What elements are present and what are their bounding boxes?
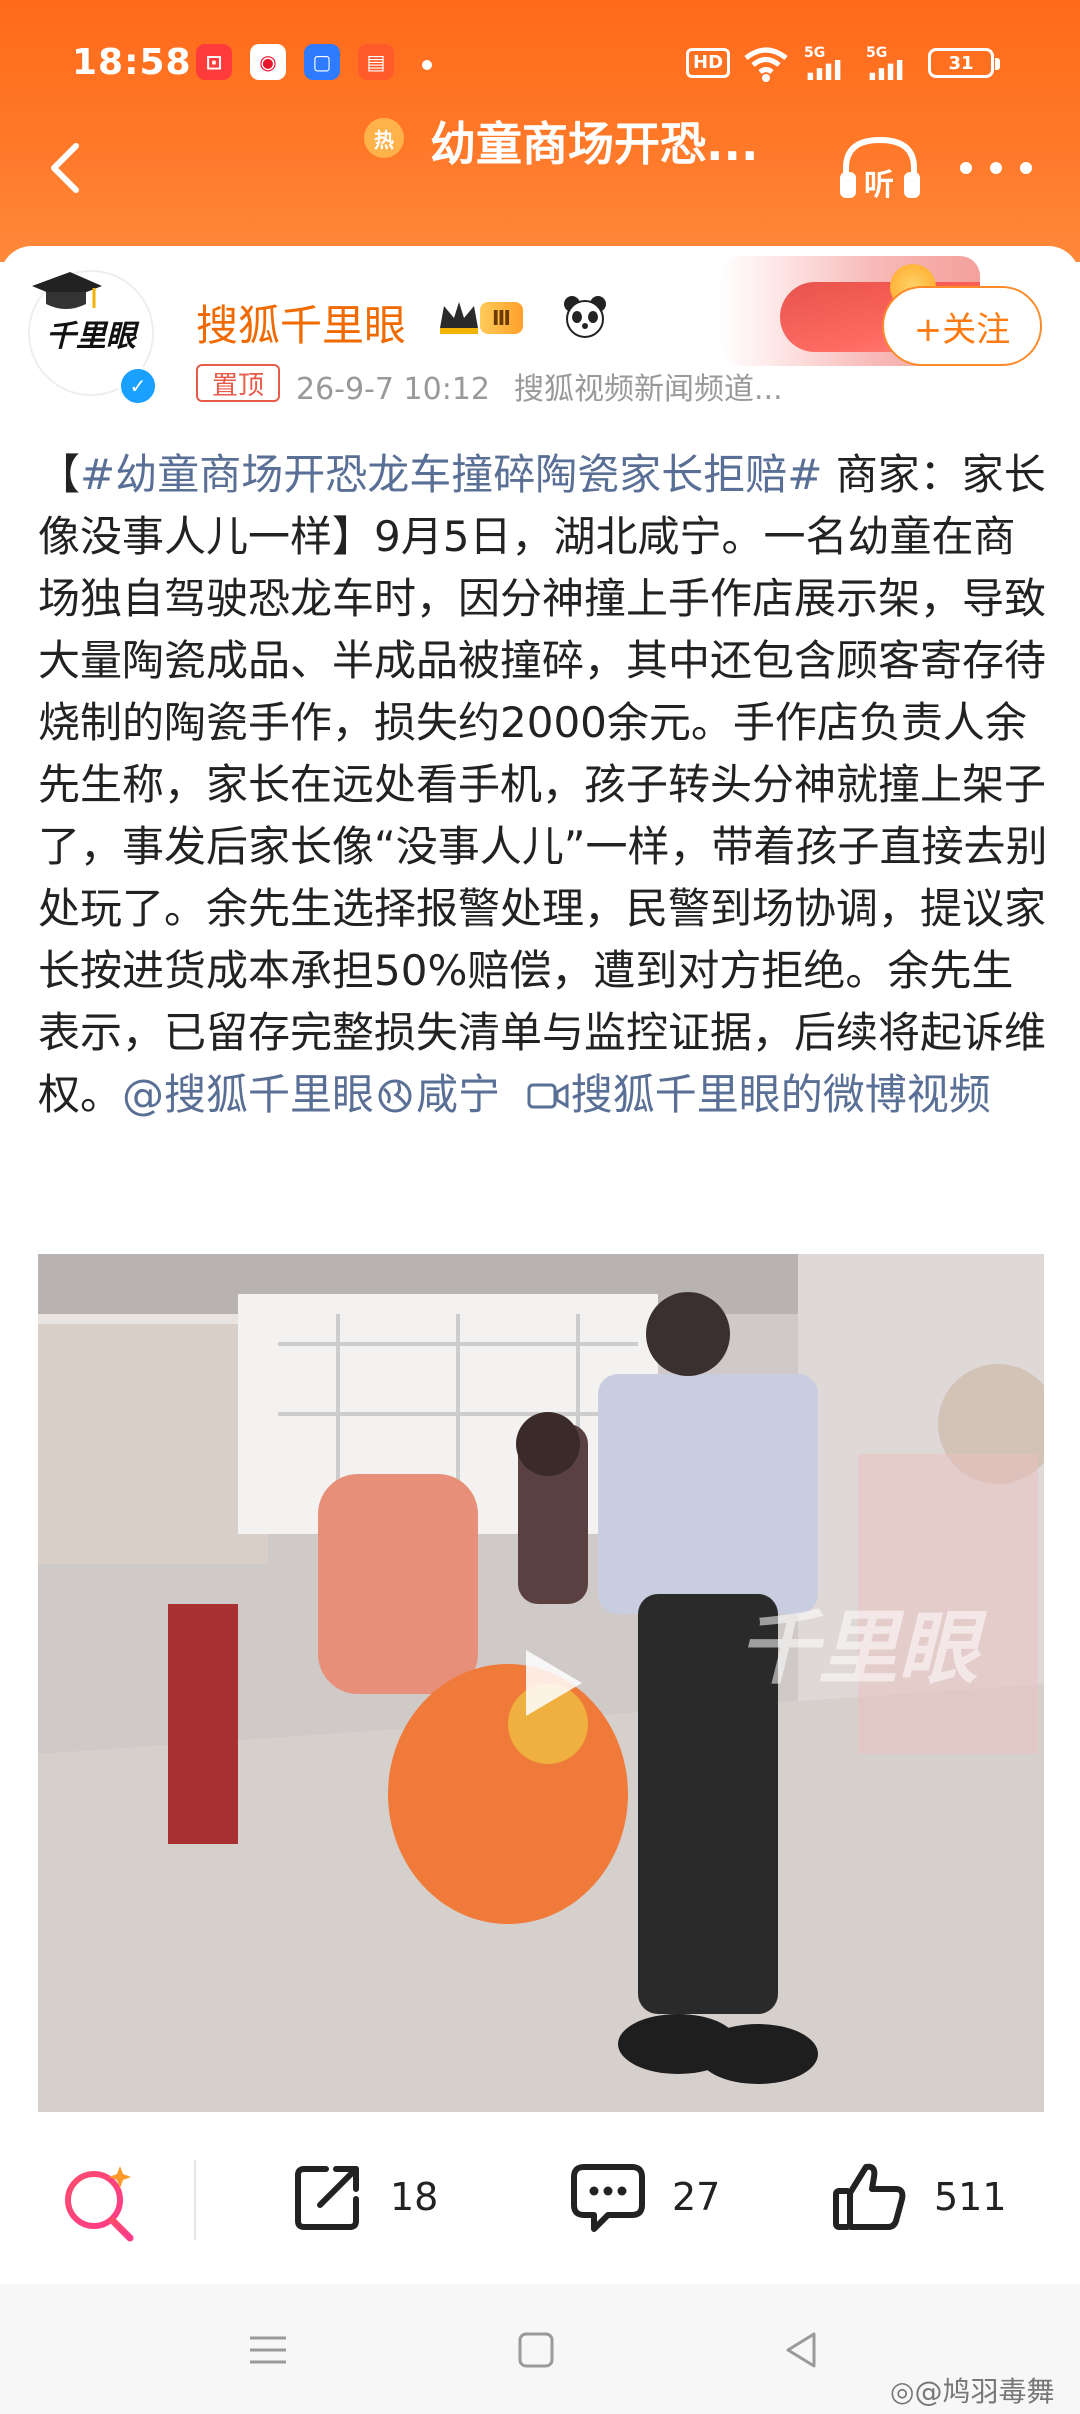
weibo-watermark-icon: ◎ — [890, 2375, 915, 2408]
status-bar: 18:58 ⊡ ◉ ▢ ▤ HD 5G 5G 31 — [0, 30, 1080, 100]
topic-link[interactable]: #幼童商场开恐龙车撞碎陶瓷家长拒赔# — [80, 450, 822, 499]
weibo-icon: ◉ — [250, 44, 286, 80]
back-triangle-icon[interactable] — [780, 2328, 824, 2372]
listen-button[interactable]: 听 — [836, 132, 924, 204]
app-icon-blue: ▢ — [304, 44, 340, 80]
verified-icon: ✓ — [118, 366, 158, 406]
battery-icon: 31 — [928, 48, 1000, 78]
like-button[interactable]: 511 — [830, 2162, 1007, 2232]
app-header: 18:58 ⊡ ◉ ▢ ▤ HD 5G 5G 31 热 幼童商场开恐... 听 — [0, 0, 1080, 262]
share-button[interactable]: 18 — [290, 2162, 438, 2232]
crown-icon — [440, 302, 478, 334]
video-link[interactable]: 搜狐千里眼的微博视频 — [527, 1070, 991, 1119]
search-sparkle-icon[interactable] — [58, 2160, 142, 2244]
comment-icon — [571, 2164, 645, 2232]
post-body-text: 商家：家长像没事人儿一样】9月5日，湖北咸宁。一名幼童在商场独自驾驶恐龙车时，因… — [38, 450, 1048, 1119]
post-card: 千里眼 ✓ 搜狐千里眼 Ⅲ +关注 置顶 26-9-7 10:12 搜狐视频新闻频… — [0, 246, 1080, 2414]
video-player[interactable]: 千里眼 — [38, 1254, 1044, 2122]
more-notifications-icon — [422, 60, 432, 70]
location-link[interactable]: 咸宁 — [374, 1070, 500, 1119]
app-icon-xiaohongshu: ⊡ — [196, 44, 232, 80]
hd-icon: HD — [686, 46, 731, 80]
book-icon: ▤ — [358, 44, 394, 80]
thumbs-up-icon — [833, 2163, 906, 2230]
comment-button[interactable]: 27 — [568, 2162, 720, 2232]
watermark-credit: ◎@鸠羽毒舞 — [890, 2375, 1055, 2408]
home-square-icon[interactable] — [514, 2328, 558, 2372]
post-body: 【#幼童商场开恐龙车撞碎陶瓷家长拒赔# 商家：家长像没事人儿一样】9月5日，湖北… — [38, 444, 1048, 1126]
menu-icon[interactable] — [246, 2328, 290, 2372]
comment-count: 27 — [672, 2175, 721, 2219]
graduation-cap-icon — [32, 272, 102, 309]
mention-link[interactable]: @搜狐千里眼 — [122, 1070, 374, 1119]
location-globe-icon — [378, 1079, 412, 1113]
post-timestamp: 26-9-7 10:12 — [296, 372, 490, 407]
bracket-open: 【 — [38, 450, 81, 499]
wifi-icon — [744, 47, 788, 82]
video-camera-icon — [527, 1083, 569, 1109]
status-time: 18:58 — [72, 42, 192, 83]
more-menu-icon[interactable] — [960, 150, 1032, 186]
action-divider — [194, 2160, 196, 2240]
author-name[interactable]: 搜狐千里眼 — [196, 292, 406, 353]
like-count: 511 — [934, 2175, 1007, 2219]
signal-icon-1: 5G — [804, 46, 844, 80]
video-link-text: 搜狐千里眼的微博视频 — [570, 1070, 991, 1119]
post-source[interactable]: 搜狐视频新闻频道... — [514, 372, 783, 407]
share-count: 18 — [390, 2175, 439, 2219]
share-icon — [295, 2166, 359, 2230]
signal-icon-2: 5G — [866, 46, 906, 80]
post-meta: 26-9-7 10:12 搜狐视频新闻频道... — [296, 364, 783, 408]
avatar-text: 千里眼 — [46, 319, 136, 354]
level-badge: Ⅲ — [480, 302, 523, 334]
location-text: 咸宁 — [416, 1070, 501, 1119]
action-bar: 18 27 511 — [0, 2112, 1080, 2282]
listen-label: 听 — [864, 168, 894, 203]
back-arrow-icon[interactable] — [36, 136, 100, 200]
follow-button[interactable]: +关注 — [882, 286, 1042, 366]
panda-icon — [564, 296, 606, 338]
pinned-badge: 置顶 — [196, 364, 280, 402]
video-watermark: 千里眼 — [738, 1602, 978, 1695]
play-icon[interactable] — [504, 1638, 594, 1728]
hot-icon: 热 — [364, 118, 404, 158]
page-title: 幼童商场开恐... — [430, 117, 759, 171]
